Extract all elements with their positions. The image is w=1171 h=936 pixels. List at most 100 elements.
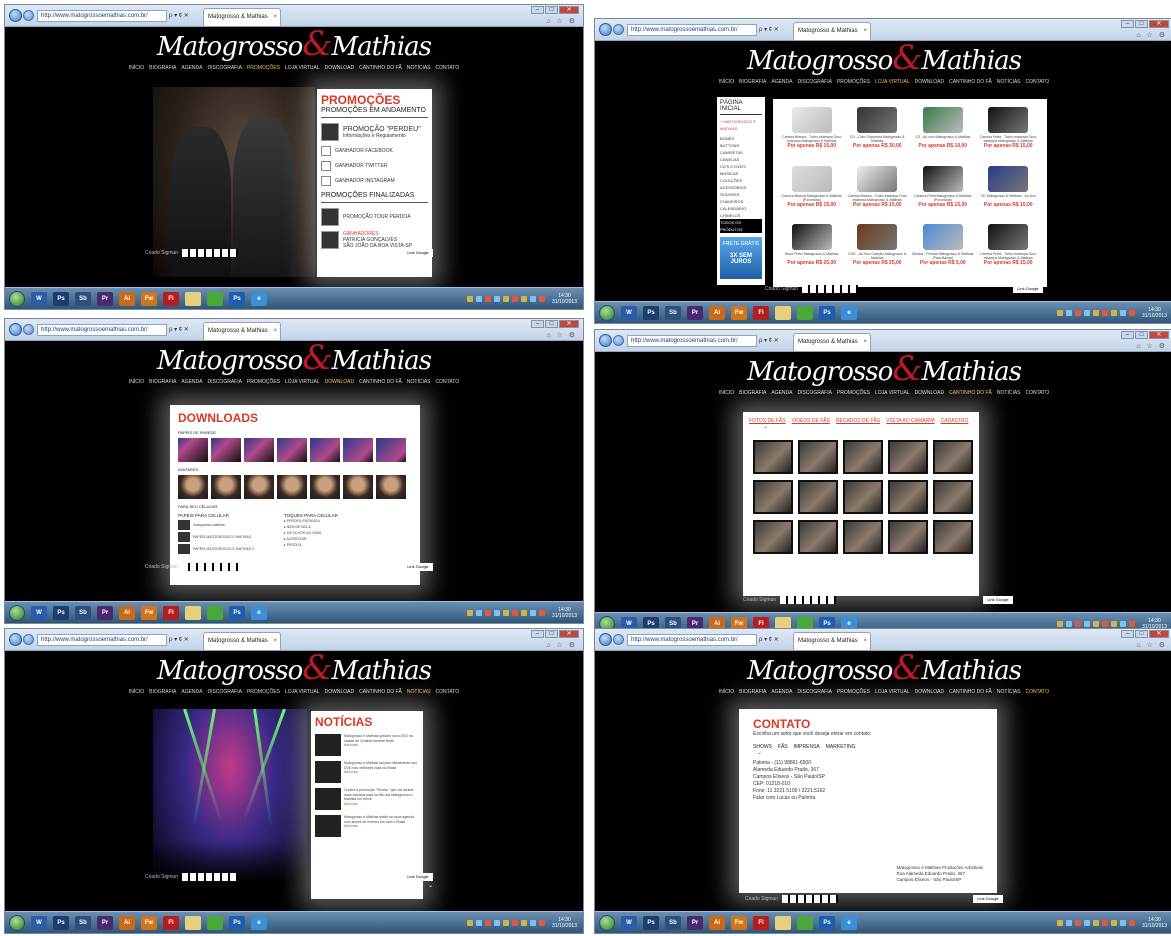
fan-tab[interactable]: CADASTRO <box>941 418 969 424</box>
taskbar-app-icon[interactable]: Fw <box>141 605 157 620</box>
browser-tab[interactable]: Matogrosso & Mathias × <box>793 22 871 40</box>
taskbar-app-icon[interactable]: Ai <box>119 605 135 620</box>
site-badge[interactable]: Link Google <box>1013 285 1043 293</box>
browser-tools-icons[interactable]: ⌂ ☆ ⚙ <box>1136 342 1167 350</box>
product-name[interactable]: Música - Perdoa Matogrosso & Mathias (Pa… <box>912 252 974 260</box>
product-image[interactable] <box>988 165 1029 192</box>
close-button[interactable]: ✕ <box>1149 331 1169 339</box>
news-read-more[interactable]: leia mais <box>344 770 419 775</box>
site-logo[interactable]: Matogrosso&Mathias <box>595 352 1171 387</box>
tray-icon[interactable] <box>502 609 509 616</box>
minimize-button[interactable]: – <box>1121 20 1134 28</box>
fan-photo[interactable] <box>888 440 928 474</box>
tray-icon[interactable] <box>484 919 491 926</box>
fan-photo[interactable] <box>798 520 838 554</box>
product-name[interactable]: Camisa Branca - Turbo estampa Ouro estam… <box>847 194 909 202</box>
taskbar-app-icon[interactable]: W <box>621 305 637 320</box>
site-badge[interactable]: Link Google <box>403 249 433 257</box>
nav-item[interactable]: PROMOÇÕES <box>837 79 870 85</box>
site-logo[interactable]: Matogrosso&Mathias <box>5 341 583 376</box>
nav-item[interactable]: DOWNLOAD <box>915 689 944 695</box>
fan-photo[interactable] <box>888 480 928 514</box>
tray-icon[interactable] <box>502 919 509 926</box>
site-logo[interactable]: Matogrosso&Mathias <box>595 41 1171 76</box>
nav-item[interactable]: CANTINHO DO FÃ <box>359 65 402 71</box>
tray-icon[interactable] <box>502 295 509 302</box>
address-controls[interactable]: ρ ▾ ¢ ✕ <box>759 634 789 646</box>
maximize-button[interactable]: □ <box>545 320 558 328</box>
nav-item[interactable]: NOTÍCIAS <box>997 689 1021 695</box>
nav-item[interactable]: AGENDA <box>771 390 792 396</box>
product-name[interactable]: CD - Ao vivo Matogrosso & Mathias <box>915 135 970 143</box>
close-button[interactable]: ✕ <box>1149 630 1169 638</box>
nav-item[interactable]: LOJA VIRTUAL <box>285 689 320 695</box>
tray-icon[interactable] <box>1092 620 1099 627</box>
product-image[interactable] <box>922 165 963 192</box>
tray-icon[interactable] <box>1119 919 1126 926</box>
taskbar-app-icon[interactable]: Ps <box>53 915 69 930</box>
tray-icon[interactable] <box>466 609 473 616</box>
fan-tab[interactable]: VISITA AO CAMARIM <box>886 418 935 424</box>
address-bar[interactable]: http://www.matogrossoemathias.com.br/ <box>627 335 757 347</box>
nav-item[interactable]: DOWNLOAD <box>325 379 354 385</box>
browser-tab[interactable]: Matogrosso & Mathias × <box>203 322 281 340</box>
start-button[interactable] <box>599 304 615 321</box>
taskbar-app-icon[interactable]: Ps <box>643 915 659 930</box>
fan-photo[interactable] <box>798 480 838 514</box>
minimize-button[interactable]: – <box>531 630 544 638</box>
nav-item[interactable]: INÍCIO <box>129 379 144 385</box>
tray-icon[interactable] <box>1083 620 1090 627</box>
nav-item[interactable]: AGENDA <box>771 689 792 695</box>
address-controls[interactable]: ρ ▾ ¢ ✕ <box>169 634 199 646</box>
product-card[interactable]: Música - Perdoa Matogrosso & Mathias (Pa… <box>912 224 974 279</box>
wallpaper-thumb[interactable] <box>277 438 307 462</box>
product-name[interactable]: Caneca Preta Matogrosso & Mathias (Porce… <box>912 194 974 202</box>
tray-icon[interactable] <box>1056 919 1063 926</box>
taskbar-app-icon[interactable] <box>207 915 223 930</box>
product-image[interactable] <box>857 165 898 192</box>
forward-button[interactable] <box>23 10 34 21</box>
browser-tools-icons[interactable]: ⌂ ☆ ⚙ <box>546 331 577 339</box>
nav-item[interactable]: AGENDA <box>771 79 792 85</box>
tray-icon[interactable] <box>493 919 500 926</box>
address-bar[interactable]: http://www.matogrossoemathias.com.br/ <box>37 634 167 646</box>
close-button[interactable]: ✕ <box>1149 20 1169 28</box>
nav-item[interactable]: NOTÍCIAS <box>407 689 431 695</box>
fan-photo[interactable] <box>753 520 793 554</box>
news-thumb[interactable] <box>315 761 341 783</box>
taskbar-app-icon[interactable]: Fl <box>753 305 769 320</box>
taskbar-app-icon[interactable]: Fw <box>731 305 747 320</box>
site-logo[interactable]: Matogrosso&Mathias <box>595 651 1171 686</box>
start-button[interactable] <box>9 604 25 621</box>
taskbar-app-icon[interactable]: Ps <box>229 915 245 930</box>
taskbar-app-icon[interactable]: Sb <box>665 915 681 930</box>
product-image[interactable] <box>988 224 1029 251</box>
product-name[interactable]: CD - Com Orquestra Matogrosso & Mathias <box>847 135 909 143</box>
fan-photo[interactable] <box>843 480 883 514</box>
fan-photo[interactable] <box>888 520 928 554</box>
nav-item[interactable]: NOTÍCIAS <box>997 79 1021 85</box>
maximize-button[interactable]: □ <box>1135 630 1148 638</box>
address-controls[interactable]: ρ ▾ ¢ ✕ <box>759 24 789 36</box>
taskbar-app-icon[interactable]: e <box>251 291 267 306</box>
address-controls[interactable]: ρ ▾ ¢ ✕ <box>169 324 199 336</box>
news-item[interactable]: Matogrosso e Mathias gravam novo DVD na … <box>315 734 419 756</box>
tray-icon[interactable] <box>520 919 527 926</box>
product-card[interactable]: CD Matogrosso & Mathias - Ao vivo Por ape… <box>978 165 1040 221</box>
back-button[interactable] <box>599 334 612 347</box>
ringtone-item[interactable]: ▸ PERDOA <box>284 542 338 548</box>
wallpaper-thumb[interactable] <box>376 438 406 462</box>
news-thumb[interactable] <box>315 734 341 756</box>
nav-item[interactable]: LOJA VIRTUAL <box>285 379 320 385</box>
product-name[interactable]: DVD - Ao Vivo Canção Matogrosso & Mathia… <box>847 252 909 260</box>
start-button[interactable] <box>599 914 615 931</box>
tray-icon[interactable] <box>529 295 536 302</box>
promo-tour[interactable]: PROMOÇÃO TOUR PERDOA <box>321 208 428 226</box>
nav-item[interactable]: CONTATO <box>1026 390 1050 396</box>
news-thumb[interactable] <box>315 815 341 837</box>
product-image[interactable] <box>922 107 963 133</box>
tray-icon[interactable] <box>511 295 518 302</box>
tray-icon[interactable] <box>1065 309 1072 316</box>
tray-icon[interactable] <box>466 919 473 926</box>
product-card[interactable]: Camisa Branca - Turbo estampa Ouro estam… <box>781 107 843 162</box>
